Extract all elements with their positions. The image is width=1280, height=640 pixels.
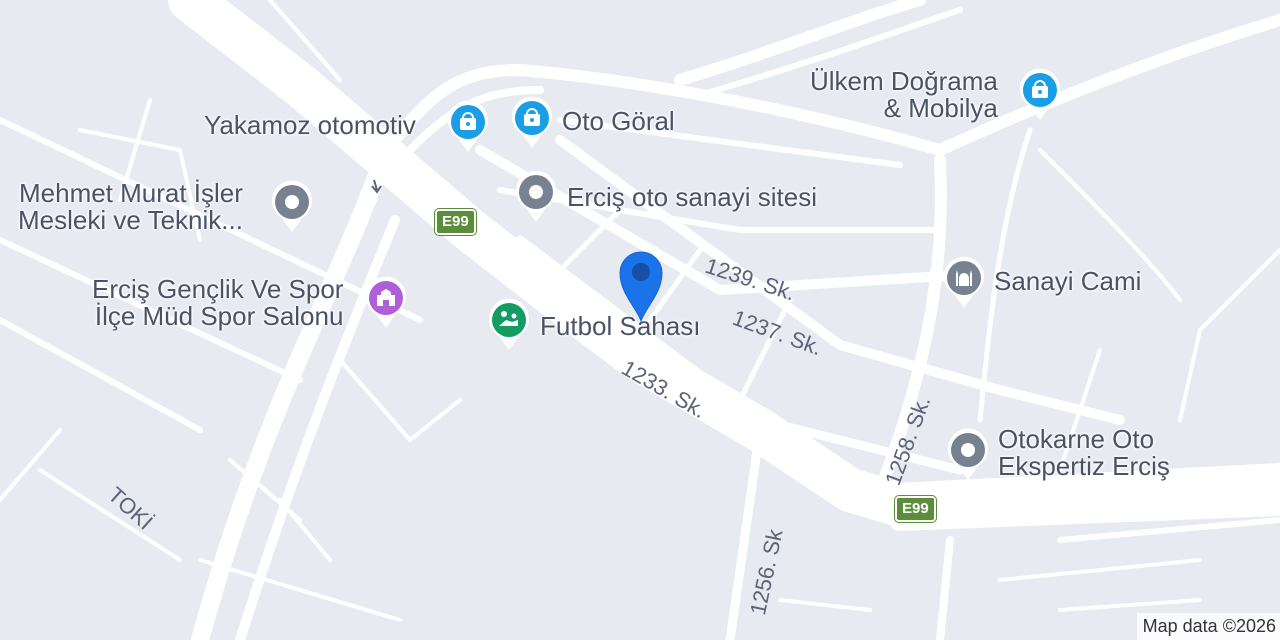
place-icon[interactable]: [514, 170, 558, 224]
map-canvas[interactable]: 1239. Sk. 1237. Sk. 1233. Sk. 1258. Sk. …: [0, 0, 1280, 640]
highway-shield-e99: E99: [894, 495, 937, 523]
poi-label-ercis-oto-sanayi[interactable]: Erciş oto sanayi sitesi: [567, 184, 817, 211]
poi-label-otokarne[interactable]: Otokarne Oto Ekspertiz Erciş: [998, 426, 1170, 480]
poi-label-ulkem[interactable]: Ülkem Doğrama & Mobilya: [810, 68, 998, 122]
shopping-bag-icon[interactable]: [446, 100, 490, 154]
poi-label-ercis-genclik[interactable]: Erciş Gençlik Ve Spor İlçe Müd Spor Salo…: [92, 276, 343, 330]
stadium-icon[interactable]: [364, 276, 408, 330]
place-icon[interactable]: [270, 180, 314, 234]
poi-label-oto-goral[interactable]: Oto Göral: [562, 108, 675, 135]
poi-label-mehmet-murat[interactable]: Mehmet Murat İşler Mesleki ve Teknik...: [18, 180, 243, 234]
soccer-field-icon[interactable]: [487, 298, 531, 352]
mosque-icon[interactable]: [942, 256, 986, 310]
poi-label-sanayi-cami[interactable]: Sanayi Cami: [994, 268, 1141, 295]
highway-e99-ramp: [889, 494, 1280, 531]
map-attribution[interactable]: Map data ©2026: [1136, 613, 1280, 640]
location-pin-icon[interactable]: [614, 245, 668, 323]
poi-label-yakamoz[interactable]: Yakamoz otomotiv: [204, 112, 416, 139]
shopping-bag-icon[interactable]: [510, 96, 554, 150]
place-icon[interactable]: [946, 428, 990, 482]
shopping-bag-icon[interactable]: [1018, 68, 1062, 122]
highway-shield-e99: E99: [434, 208, 477, 236]
